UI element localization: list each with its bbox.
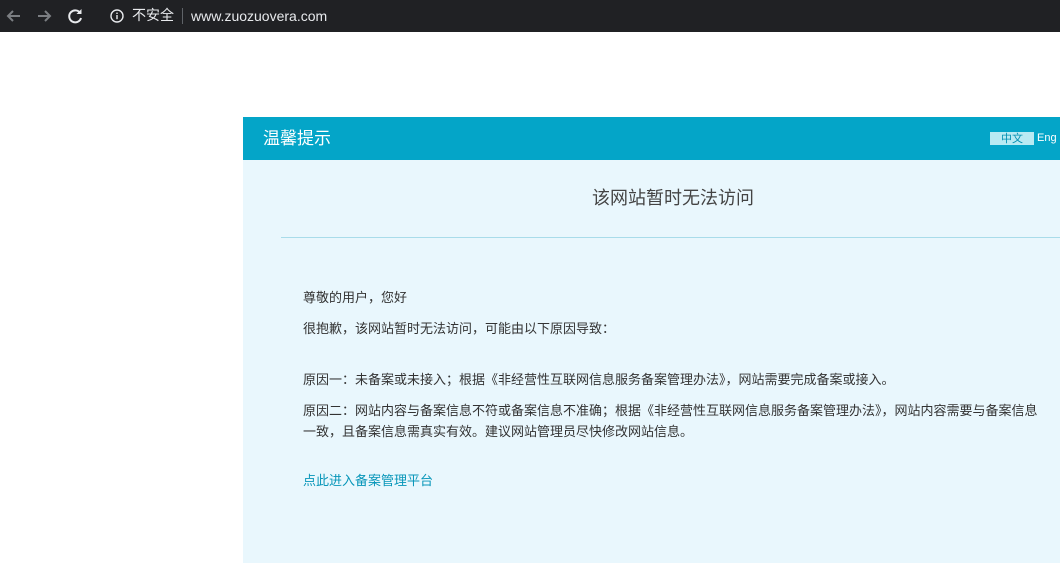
url-text[interactable]: www.zuozuovera.com [191, 8, 327, 24]
arrow-left-icon[interactable] [2, 4, 26, 28]
divider [281, 237, 1060, 238]
language-chinese-button[interactable]: 中文 [990, 132, 1034, 145]
address-bar[interactable]: 不安全 www.zuozuovera.com [100, 0, 327, 32]
browser-toolbar: 不安全 www.zuozuovera.com [0, 0, 1060, 32]
reason-one-text: 原因一：未备案或未接入；根据《非经营性互联网信息服务备案管理办法》，网站需要完成… [303, 373, 895, 388]
reason-two-text: 原因二：网站内容与备案信息不符或备案信息不准确；根据《非经营性互联网信息服务备案… [303, 404, 1038, 440]
reload-icon[interactable] [63, 4, 87, 28]
arrow-right-icon[interactable] [32, 4, 56, 28]
greeting-text: 尊敬的用户，您好 [303, 291, 408, 306]
notice-header: 温馨提示 中文 Eng [243, 117, 1060, 160]
info-icon[interactable] [110, 9, 124, 23]
notice-title: 温馨提示 [263, 129, 331, 149]
notice-panel: 温馨提示 中文 Eng 该网站暂时无法访问 尊敬的用户，您好 很抱歉，该网站暂时… [243, 117, 1060, 563]
filing-platform-link[interactable]: 点此进入备案管理平台 [303, 472, 433, 492]
language-english-button[interactable]: Eng [1034, 132, 1057, 145]
language-switch: 中文 Eng [990, 132, 1057, 145]
intro-text: 很抱歉，该网站暂时无法访问，可能由以下原因导致： [303, 322, 616, 337]
security-status-label[interactable]: 不安全 [132, 8, 183, 24]
page-title: 该网站暂时无法访问 [592, 188, 754, 209]
